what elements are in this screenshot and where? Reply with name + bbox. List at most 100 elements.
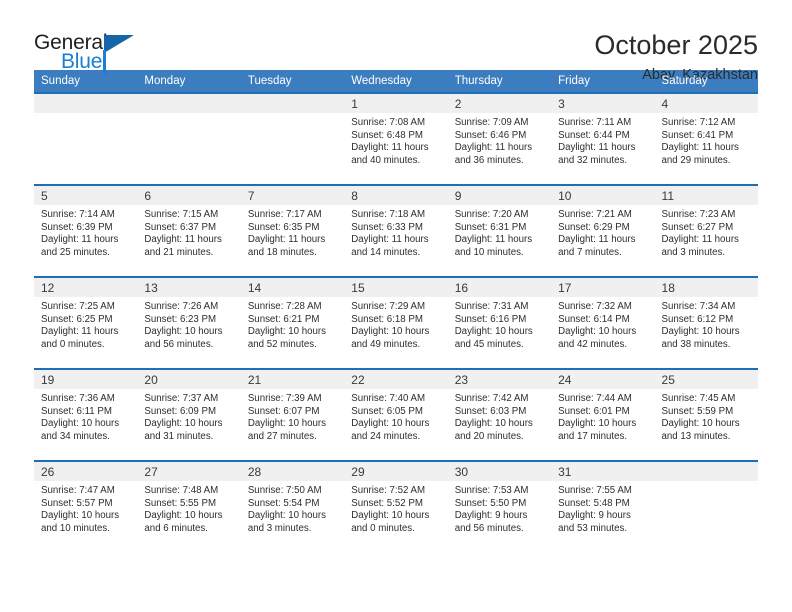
- daylight-duration-line1: Daylight: 11 hours: [41, 234, 119, 246]
- daylight-duration-line1: Daylight: 10 hours: [351, 510, 430, 522]
- sunrise-time: Sunrise: 7:25 AM: [41, 301, 115, 312]
- daylight-duration-line2: and 56 minutes.: [454, 522, 524, 534]
- sunrise-time: Sunrise: 7:37 AM: [144, 393, 219, 404]
- calendar-day-cell[interactable]: 23 Sunrise: 7:42 AM Sunset: 6:03 PM Dayligh…: [447, 368, 552, 461]
- sunset-time: Sunset: 5:55 PM: [144, 497, 217, 509]
- calendar-week-row: 19 Sunrise: 7:36 AM Sunset: 6:11 PM Dayligh…: [34, 368, 758, 461]
- calendar-day-cell[interactable]: 31 Sunrise: 7:55 AM Sunset: 5:48 PM Dayligh…: [551, 460, 655, 552]
- daylight-duration-line1: Daylight: 11 hours: [247, 234, 326, 246]
- daylight-duration-line2: and 40 minutes.: [351, 154, 421, 166]
- calendar-day-cell[interactable]: 5 Sunrise: 7:14 AM Sunset: 6:39 PM Daylight…: [34, 184, 138, 277]
- calendar-day-cell[interactable]: 29 Sunrise: 7:52 AM Sunset: 5:52 PM Dayligh…: [344, 460, 448, 552]
- calendar-day-cell[interactable]: 25 Sunrise: 7:45 AM Sunset: 5:59 PM Dayligh…: [654, 368, 758, 461]
- sunrise-time: Sunrise: 7:26 AM: [144, 301, 219, 312]
- sunrise-time: Sunrise: 7:08 AM: [351, 117, 426, 128]
- day-number: 19: [34, 370, 138, 389]
- calendar-day-cell[interactable]: 15 Sunrise: 7:29 AM Sunset: 6:18 PM Dayligh…: [344, 276, 448, 369]
- calendar-day-cell[interactable]: 10 Sunrise: 7:21 AM Sunset: 6:29 PM Dayligh…: [551, 184, 655, 277]
- calendar-day-cell[interactable]: 22 Sunrise: 7:40 AM Sunset: 6:05 PM Dayligh…: [344, 368, 448, 461]
- calendar-day-cell[interactable]: 28 Sunrise: 7:50 AM Sunset: 5:54 PM Dayligh…: [240, 460, 345, 552]
- calendar-day-cell[interactable]: 6 Sunrise: 7:15 AM Sunset: 6:37 PM Daylight…: [137, 184, 241, 277]
- day-number: [137, 94, 241, 113]
- calendar-day-cell[interactable]: 19 Sunrise: 7:36 AM Sunset: 6:11 PM Dayligh…: [34, 368, 138, 461]
- sunset-time: Sunset: 6:41 PM: [661, 129, 734, 141]
- day-number: 6: [137, 186, 241, 205]
- general-blue-logo[interactable]: General Blue: [34, 30, 144, 78]
- calendar-day-cell[interactable]: 27 Sunrise: 7:48 AM Sunset: 5:55 PM Dayligh…: [137, 460, 241, 552]
- logo-accent-bar: [103, 50, 106, 74]
- sunrise-sunset-calendar: Sunday Monday Tuesday Wednesday Thursday…: [34, 70, 758, 552]
- calendar-day-cell[interactable]: 13 Sunrise: 7:26 AM Sunset: 6:23 PM Dayligh…: [137, 276, 241, 369]
- calendar-day-cell[interactable]: 26 Sunrise: 7:47 AM Sunset: 5:57 PM Dayligh…: [34, 460, 138, 552]
- daylight-duration-line2: and 45 minutes.: [454, 338, 524, 350]
- day-details: Sunrise: 7:23 AM Sunset: 6:27 PM Daylight:…: [655, 205, 758, 259]
- day-number: 31: [551, 462, 655, 481]
- daylight-duration-line2: and 20 minutes.: [454, 430, 524, 442]
- calendar-day-cell[interactable]: 24 Sunrise: 7:44 AM Sunset: 6:01 PM Dayligh…: [551, 368, 655, 461]
- sunset-time: Sunset: 6:33 PM: [351, 221, 423, 233]
- sunset-time: Sunset: 6:37 PM: [144, 221, 217, 233]
- daylight-duration-line2: and 18 minutes.: [247, 246, 317, 258]
- calendar-day-cell[interactable]: 17 Sunrise: 7:32 AM Sunset: 6:14 PM Dayligh…: [551, 276, 655, 369]
- calendar-day-cell[interactable]: 1 Sunrise: 7:08 AM Sunset: 6:48 PM Daylight…: [344, 92, 448, 185]
- calendar-day-cell-empty: [654, 460, 758, 552]
- daylight-duration-line1: Daylight: 10 hours: [247, 510, 326, 522]
- day-number: 25: [654, 370, 758, 389]
- sunrise-time: Sunrise: 7:15 AM: [144, 209, 219, 220]
- sunset-time: Sunset: 6:31 PM: [454, 221, 527, 233]
- day-number: 30: [447, 462, 552, 481]
- sunrise-time: Sunrise: 7:18 AM: [351, 209, 426, 220]
- day-number: 27: [137, 462, 241, 481]
- daylight-duration-line2: and 27 minutes.: [247, 430, 317, 442]
- day-number: 24: [551, 370, 655, 389]
- calendar-day-cell[interactable]: 30 Sunrise: 7:53 AM Sunset: 5:50 PM Dayligh…: [447, 460, 552, 552]
- daylight-duration-line1: Daylight: 11 hours: [661, 234, 739, 246]
- sunset-time: Sunset: 6:05 PM: [351, 405, 423, 417]
- day-details: Sunrise: 7:40 AM Sunset: 6:05 PM Daylight:…: [344, 389, 447, 443]
- calendar-day-cell[interactable]: 4 Sunrise: 7:12 AM Sunset: 6:41 PM Daylight…: [654, 92, 758, 185]
- sunset-time: Sunset: 6:16 PM: [454, 313, 527, 325]
- calendar-day-cell[interactable]: 8 Sunrise: 7:18 AM Sunset: 6:33 PM Daylight…: [344, 184, 448, 277]
- calendar-day-cell[interactable]: 20 Sunrise: 7:37 AM Sunset: 6:09 PM Dayligh…: [137, 368, 241, 461]
- calendar-day-cell[interactable]: 7 Sunrise: 7:17 AM Sunset: 6:35 PM Daylight…: [240, 184, 345, 277]
- daylight-duration-line1: Daylight: 10 hours: [144, 510, 223, 522]
- sunset-time: Sunset: 6:09 PM: [144, 405, 217, 417]
- sunset-time: Sunset: 6:46 PM: [454, 129, 527, 141]
- sunset-time: Sunset: 5:57 PM: [41, 497, 113, 509]
- day-details: Sunrise: 7:45 AM Sunset: 5:59 PM Daylight:…: [655, 389, 758, 443]
- daylight-duration-line2: and 56 minutes.: [144, 338, 214, 350]
- daylight-duration-line2: and 3 minutes.: [661, 246, 726, 258]
- calendar-day-cell[interactable]: 12 Sunrise: 7:25 AM Sunset: 6:25 PM Dayligh…: [34, 276, 138, 369]
- daylight-duration-line2: and 34 minutes.: [41, 430, 110, 442]
- weekday-header-wednesday: Wednesday: [344, 70, 448, 93]
- calendar-page: General Blue October 2025 Abay, Kazakhst…: [0, 0, 792, 612]
- sunrise-time: Sunrise: 7:40 AM: [351, 393, 426, 404]
- calendar-day-cell[interactable]: 16 Sunrise: 7:31 AM Sunset: 6:16 PM Dayligh…: [447, 276, 552, 369]
- calendar-day-cell[interactable]: 21 Sunrise: 7:39 AM Sunset: 6:07 PM Dayligh…: [240, 368, 345, 461]
- daylight-duration-line1: Daylight: 10 hours: [661, 326, 740, 338]
- calendar-day-cell[interactable]: 9 Sunrise: 7:20 AM Sunset: 6:31 PM Daylight…: [447, 184, 552, 277]
- daylight-duration-line2: and 49 minutes.: [351, 338, 421, 350]
- day-number: 23: [447, 370, 552, 389]
- calendar-day-cell[interactable]: 18 Sunrise: 7:34 AM Sunset: 6:12 PM Dayligh…: [654, 276, 758, 369]
- calendar-day-cell[interactable]: 3 Sunrise: 7:11 AM Sunset: 6:44 PM Daylight…: [551, 92, 655, 185]
- sunrise-time: Sunrise: 7:31 AM: [454, 301, 529, 312]
- daylight-duration-line1: Daylight: 10 hours: [41, 418, 120, 430]
- daylight-duration-line1: Daylight: 10 hours: [661, 418, 740, 430]
- calendar-day-cell[interactable]: 11 Sunrise: 7:23 AM Sunset: 6:27 PM Dayligh…: [654, 184, 758, 277]
- calendar-day-cell[interactable]: 14 Sunrise: 7:28 AM Sunset: 6:21 PM Dayligh…: [240, 276, 345, 369]
- daylight-duration-line1: Daylight: 11 hours: [558, 142, 636, 154]
- day-details: Sunrise: 7:37 AM Sunset: 6:09 PM Daylight:…: [137, 389, 240, 443]
- sunset-time: Sunset: 5:54 PM: [247, 497, 320, 509]
- day-number: 20: [137, 370, 241, 389]
- daylight-duration-line1: Daylight: 10 hours: [351, 326, 430, 338]
- sunrise-time: Sunrise: 7:39 AM: [247, 393, 322, 404]
- sunrise-time: Sunrise: 7:55 AM: [558, 485, 632, 496]
- day-number: 12: [34, 278, 138, 297]
- calendar-day-cell[interactable]: 2 Sunrise: 7:09 AM Sunset: 6:46 PM Daylight…: [447, 92, 552, 185]
- day-number: 26: [34, 462, 138, 481]
- sunrise-time: Sunrise: 7:42 AM: [454, 393, 529, 404]
- daylight-duration-line1: Daylight: 11 hours: [144, 234, 222, 246]
- sunrise-time: Sunrise: 7:29 AM: [351, 301, 426, 312]
- day-details: Sunrise: 7:42 AM Sunset: 6:03 PM Daylight:…: [448, 389, 551, 443]
